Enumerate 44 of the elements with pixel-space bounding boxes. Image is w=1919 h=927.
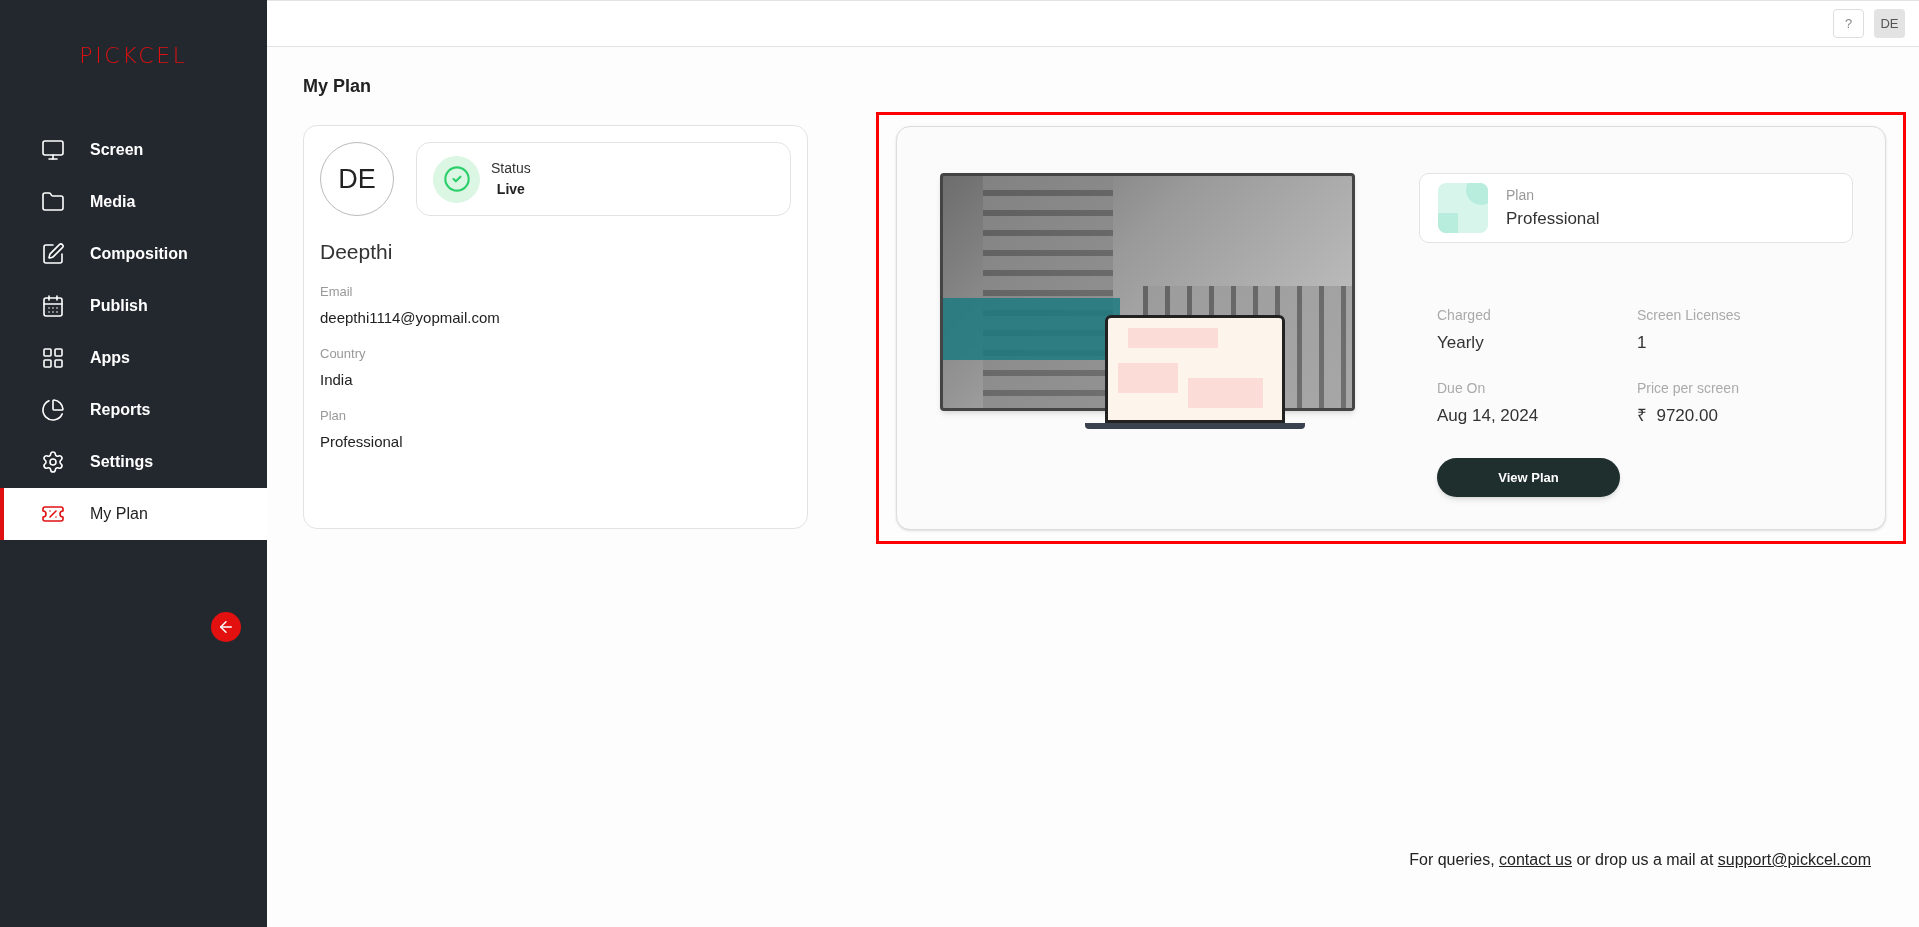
- settings-icon: [41, 450, 65, 474]
- pie-chart-icon: [41, 398, 65, 422]
- sidebar-item[interactable]: Reports: [0, 384, 267, 436]
- user-name: Deepthi: [320, 239, 394, 265]
- status-label: Status: [491, 159, 531, 178]
- stat-label: Price per screen: [1637, 378, 1740, 398]
- stat-label: Due On: [1437, 378, 1487, 398]
- stat-value: 1: [1637, 332, 1648, 354]
- help-button[interactable]: ?: [1833, 9, 1864, 38]
- stat-value: Aug 14, 2024: [1437, 404, 1540, 427]
- plan-badge-icon: [1438, 183, 1488, 233]
- calendar-icon: [41, 294, 65, 318]
- app-logo: PICKCEL: [79, 41, 188, 70]
- sidebar-item[interactable]: Composition: [0, 228, 267, 280]
- user-avatar[interactable]: DE: [1874, 9, 1905, 38]
- sidebar-item[interactable]: Settings: [0, 436, 267, 488]
- page-title: My Plan: [303, 75, 373, 98]
- grid-icon: [41, 346, 65, 370]
- sidebar-item[interactable]: Screen: [0, 124, 267, 176]
- email-link[interactable]: support@pickcel.com: [1717, 851, 1871, 868]
- sidebar-item[interactable]: Publish: [0, 280, 267, 332]
- stat-label: Charged: [1437, 306, 1492, 325]
- sidebar-item[interactable]: My Plan: [0, 488, 267, 540]
- stat-value: Yearly: [1437, 332, 1485, 354]
- sidebar-item[interactable]: Apps: [0, 332, 267, 384]
- stat-label: Screen Licenses: [1637, 306, 1742, 325]
- field-label: Country: [320, 344, 367, 363]
- field-label: Email: [320, 282, 354, 301]
- pencil-square-icon: [41, 242, 65, 266]
- contact-link[interactable]: contact us: [1499, 851, 1572, 868]
- monitor-icon: [41, 138, 65, 162]
- field-value: India: [320, 370, 354, 390]
- status-value: Live: [496, 180, 525, 199]
- sidebar-item[interactable]: Media: [0, 176, 267, 228]
- plan-name: Professional: [1506, 207, 1600, 230]
- field-label: Plan: [320, 406, 348, 425]
- view-plan-button[interactable]: View Plan: [1437, 458, 1620, 497]
- collapse-button[interactable]: [211, 612, 241, 642]
- field-value: Professional: [320, 432, 404, 452]
- field-value: deepthi1114@yopmail.com: [320, 308, 501, 328]
- stat-value: ₹ 9720.00: [1637, 404, 1719, 427]
- footer-text: For queries, contact us or drop us a mail at support@pickcel.com: [1409, 850, 1871, 870]
- folder-icon: [41, 190, 65, 214]
- plan-label: Plan: [1506, 185, 1536, 205]
